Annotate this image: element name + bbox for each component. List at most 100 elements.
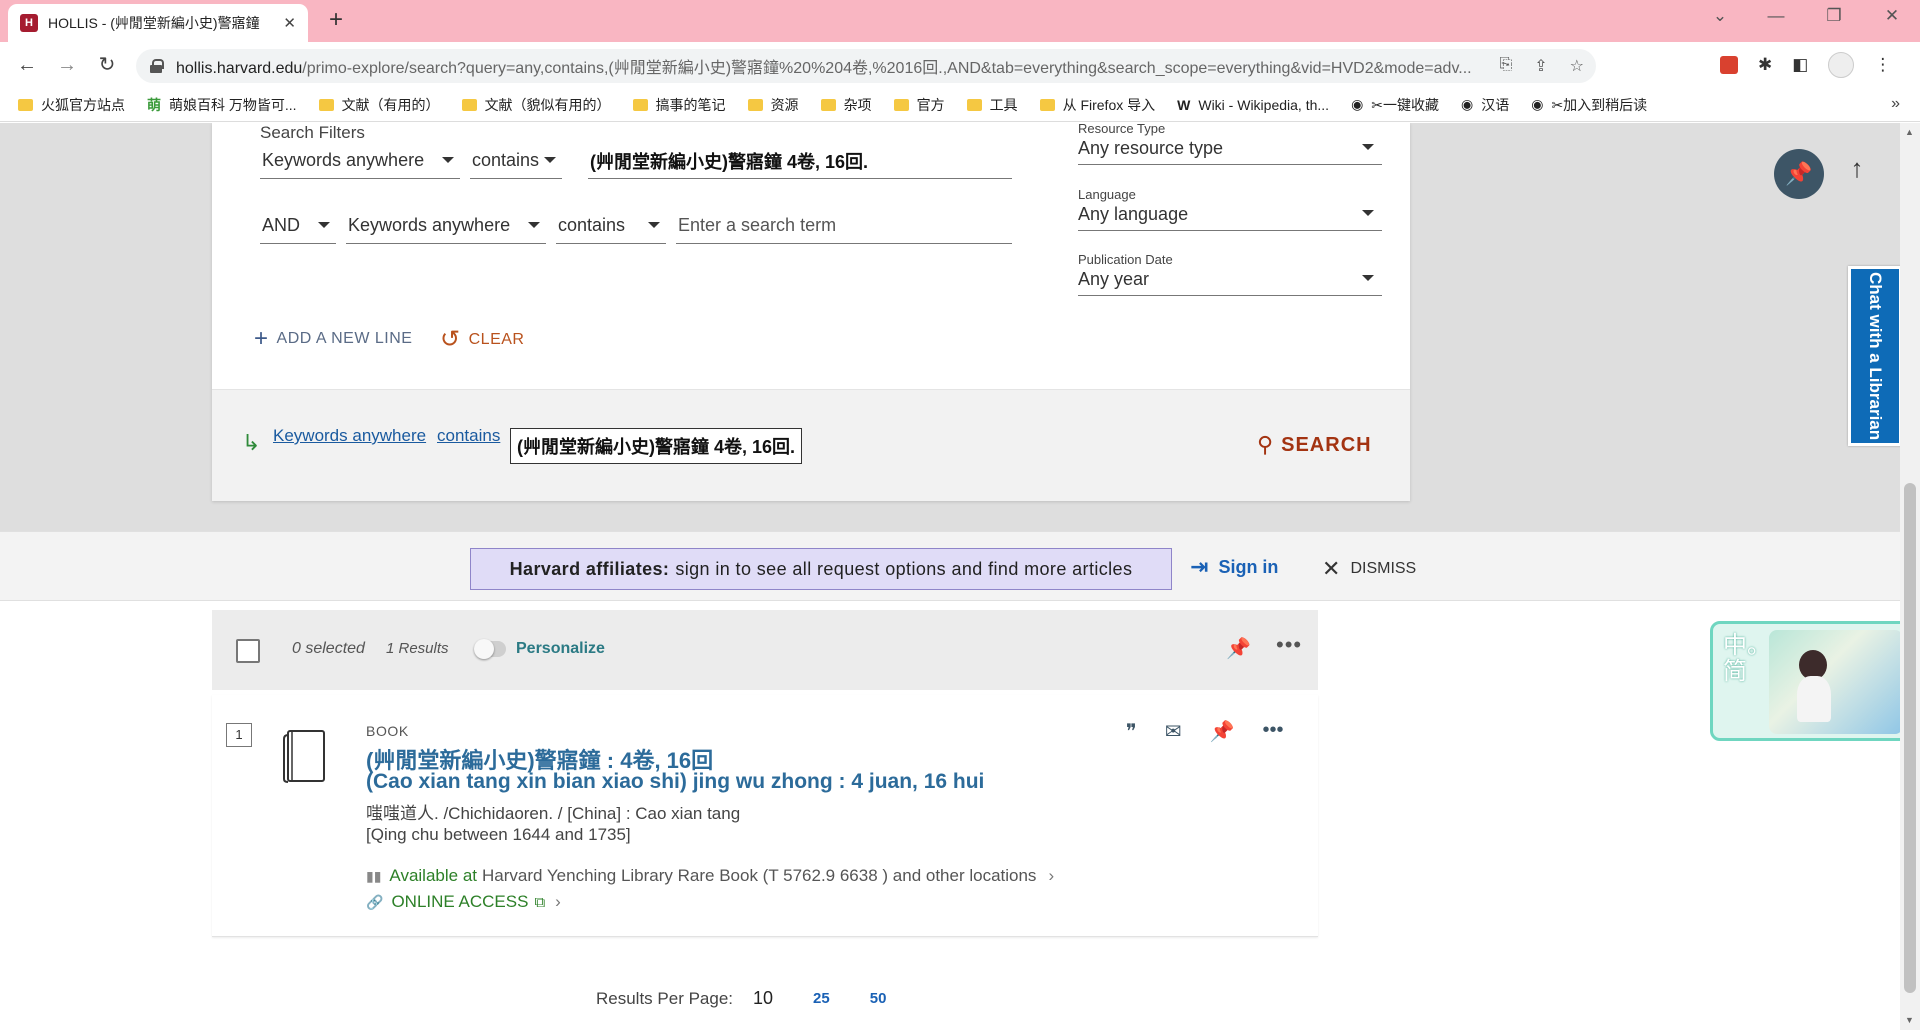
bookmark-item[interactable]: 工具 bbox=[966, 95, 1018, 115]
bookmark-item[interactable]: 官方 bbox=[893, 95, 945, 115]
tab-close-icon[interactable]: ✕ bbox=[283, 14, 296, 32]
bookmark-label: 文献（貌似有用的） bbox=[484, 96, 611, 113]
bookmark-item[interactable]: 从 Firefox 导入 bbox=[1039, 95, 1156, 115]
search-term-input-2[interactable]: Enter a search term bbox=[676, 208, 1012, 244]
result-item[interactable]: 1 BOOK (艸閒堂新編小史)警寤鐘 : 4卷, 16回 (Cao xian … bbox=[212, 695, 1318, 937]
per-page-option[interactable]: 25 bbox=[813, 990, 830, 1007]
anime-illustration bbox=[1769, 630, 1903, 734]
scroll-up-icon[interactable]: ▲ bbox=[1905, 127, 1914, 137]
back-icon[interactable]: ← bbox=[12, 51, 42, 81]
browser-tab[interactable]: H HOLLIS - (艸閒堂新編小史)警寤鐘 ✕ bbox=[8, 4, 308, 42]
dismiss-button[interactable]: ✕ DISMISS bbox=[1322, 556, 1416, 582]
resource-type-select[interactable]: Resource Type Any resource type bbox=[1078, 123, 1382, 165]
select-all-checkbox[interactable] bbox=[236, 639, 260, 663]
new-tab-icon[interactable]: + bbox=[322, 6, 350, 36]
translate-icon[interactable]: ⎘ bbox=[1499, 56, 1512, 76]
chat-with-librarian-tab[interactable]: Chat with a Librarian bbox=[1848, 266, 1902, 446]
summary-operator-link[interactable]: contains bbox=[437, 426, 500, 446]
publication-date-value: Any year bbox=[1078, 269, 1150, 289]
extension-red-icon[interactable] bbox=[1720, 56, 1738, 74]
summary-field-link[interactable]: Keywords anywhere bbox=[273, 426, 426, 446]
bookmarks-overflow-icon[interactable]: » bbox=[1891, 95, 1900, 113]
page-scrollbar[interactable]: ▲ ▼ bbox=[1900, 123, 1920, 1030]
operator-select-1[interactable]: contains bbox=[470, 143, 562, 179]
bookmark-item[interactable]: ◉ 汉语 bbox=[1461, 95, 1509, 115]
page-content: Search Filters Keywords anywhere contain… bbox=[0, 123, 1920, 1030]
citation-icon[interactable]: ❞ bbox=[1126, 719, 1137, 744]
extensions-puzzle-icon[interactable]: ✱ bbox=[1758, 55, 1772, 75]
bookmark-item[interactable]: ◉ ✂一键收藏 bbox=[1351, 95, 1439, 115]
advanced-search-card: Search Filters Keywords anywhere contain… bbox=[212, 123, 1410, 501]
field-select-1[interactable]: Keywords anywhere bbox=[260, 143, 460, 179]
folder-icon bbox=[966, 98, 982, 111]
back-to-top-icon[interactable]: ↑ bbox=[1840, 153, 1874, 184]
bookmark-item[interactable]: 搞事的笔记 bbox=[632, 95, 726, 115]
bookmark-item[interactable]: W Wiki - Wikipedia, th... bbox=[1177, 97, 1329, 113]
search-button[interactable]: ⚲ SEARCH bbox=[1256, 432, 1372, 458]
results-toolbar: 0 selected 1 Results Personalize 📌 ••• bbox=[212, 610, 1318, 690]
more-options-icon[interactable]: ••• bbox=[1276, 632, 1302, 658]
pin-icon[interactable]: 📌 bbox=[1226, 636, 1251, 661]
lock-icon[interactable] bbox=[150, 59, 164, 73]
clear-button[interactable]: ↺ CLEAR bbox=[440, 325, 524, 354]
boolean-select-value: AND bbox=[262, 215, 301, 235]
pin-icon[interactable]: 📌 bbox=[1210, 719, 1235, 744]
bookmark-item[interactable]: 萌萌娘百科 万物皆可... bbox=[147, 95, 297, 115]
scroll-down-icon[interactable]: ▼ bbox=[1905, 1015, 1914, 1025]
field-select-2[interactable]: Keywords anywhere bbox=[346, 208, 546, 244]
availability-status: Available at bbox=[389, 866, 478, 885]
personalize-label[interactable]: Personalize bbox=[516, 640, 605, 658]
result-number: 1 bbox=[226, 723, 252, 747]
profile-avatar[interactable] bbox=[1828, 52, 1855, 78]
per-page-option[interactable]: 50 bbox=[870, 990, 887, 1007]
bookmark-item[interactable]: 文献（貌似有用的） bbox=[461, 95, 611, 115]
address-bar[interactable]: hollis.harvard.edu/primo-explore/search?… bbox=[136, 49, 1596, 83]
personalize-toggle[interactable] bbox=[474, 639, 506, 659]
sign-in-icon: ⇥ bbox=[1190, 554, 1209, 579]
bookmark-item[interactable]: 火狐官方站点 bbox=[18, 95, 125, 115]
globe-icon: ◉ bbox=[1461, 96, 1474, 112]
share-icon[interactable]: ⇪ bbox=[1534, 56, 1547, 76]
search-term-input-1[interactable]: (艸閒堂新編小史)警寤鐘 4卷, 16回. bbox=[588, 143, 1012, 179]
bookmark-item[interactable]: 杂项 bbox=[820, 95, 872, 115]
pin-icon: 📌 bbox=[1785, 161, 1813, 186]
folder-icon bbox=[820, 98, 836, 111]
url-text[interactable]: hollis.harvard.edu/primo-explore/search?… bbox=[176, 54, 1487, 78]
per-page-option[interactable]: 10 bbox=[753, 988, 773, 1009]
add-new-line-button[interactable]: + ADD A NEW LINE bbox=[254, 325, 412, 353]
sidepanel-icon[interactable]: ◧ bbox=[1792, 55, 1808, 75]
minimize-icon[interactable]: — bbox=[1756, 6, 1796, 26]
boolean-select[interactable]: AND bbox=[260, 208, 336, 244]
online-access-label: ONLINE ACCESS bbox=[391, 892, 529, 911]
bookmark-star-icon[interactable]: ☆ bbox=[1570, 56, 1584, 76]
pinned-items-button[interactable]: 📌 bbox=[1774, 149, 1824, 199]
tab-search-icon[interactable]: ⌄ bbox=[1700, 6, 1740, 26]
forward-icon[interactable]: → bbox=[52, 51, 82, 81]
folder-icon bbox=[1039, 98, 1055, 111]
bookmark-item[interactable]: 资源 bbox=[747, 95, 799, 115]
bookmark-item[interactable]: ◉ ✂加入到稍后读 bbox=[1531, 95, 1647, 115]
add-new-line-label: ADD A NEW LINE bbox=[276, 330, 413, 347]
floating-extension-widget[interactable]: 中。简 bbox=[1710, 621, 1910, 741]
results-per-page: Results Per Page: 10 25 50 bbox=[596, 988, 886, 1009]
result-romanized-title[interactable]: (Cao xian tang xin bian xiao shi) jing w… bbox=[366, 770, 984, 794]
scrollbar-thumb[interactable] bbox=[1904, 483, 1916, 993]
browser-menu-icon[interactable]: ⋮ bbox=[1874, 55, 1891, 75]
operator-select-2[interactable]: contains bbox=[556, 208, 666, 244]
bookmark-label: 从 Firefox 导入 bbox=[1062, 96, 1156, 113]
more-options-icon[interactable]: ••• bbox=[1262, 719, 1283, 744]
caret-down-icon bbox=[442, 157, 454, 163]
language-select[interactable]: Language Any language bbox=[1078, 187, 1382, 231]
bookmark-label: 搞事的笔记 bbox=[655, 96, 726, 113]
email-icon[interactable]: ✉ bbox=[1165, 719, 1182, 744]
online-access-link[interactable]: 🔗 ONLINE ACCESS ⧉ › bbox=[366, 892, 561, 912]
window-close-icon[interactable]: ✕ bbox=[1872, 6, 1912, 26]
bookmark-label: 杂项 bbox=[843, 96, 872, 113]
reload-icon[interactable]: ↻ bbox=[92, 51, 122, 81]
publication-date-select[interactable]: Publication Date Any year bbox=[1078, 252, 1382, 296]
availability-line[interactable]: ▮▮ Available at Harvard Yenching Library… bbox=[366, 866, 1054, 886]
sign-in-button[interactable]: ⇥ Sign in bbox=[1190, 554, 1278, 580]
bookmark-item[interactable]: 文献（有用的） bbox=[318, 95, 440, 115]
restore-icon[interactable]: ❐ bbox=[1814, 6, 1854, 26]
moegirl-icon: 萌 bbox=[147, 96, 161, 113]
